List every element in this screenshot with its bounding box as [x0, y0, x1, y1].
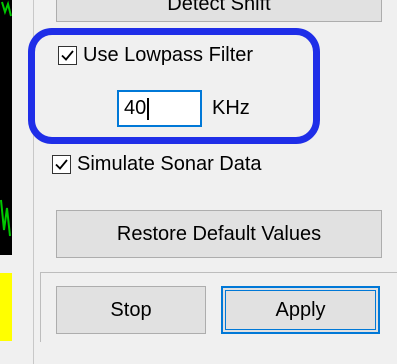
text-caret	[147, 97, 149, 120]
lowpass-frequency-value: 40	[124, 97, 147, 119]
apply-button[interactable]: Apply	[221, 286, 380, 334]
apply-label: Apply	[275, 298, 326, 321]
sonar-checkbox[interactable]	[52, 155, 71, 174]
frequency-unit-label: KHz	[212, 97, 250, 119]
sonar-checkbox-row[interactable]: Simulate Sonar Data	[52, 153, 262, 176]
panel-divider	[33, 0, 34, 364]
restore-defaults-button[interactable]: Restore Default Values	[56, 210, 382, 258]
restore-defaults-label: Restore Default Values	[116, 222, 322, 245]
stop-label: Stop	[110, 298, 152, 321]
scope-yellow-bar	[0, 273, 12, 341]
lowpass-checkbox-row[interactable]: Use Lowpass Filter	[58, 44, 253, 67]
checkmark-icon	[61, 50, 74, 61]
scope-display	[0, 0, 12, 364]
sonar-checkbox-label: Simulate Sonar Data	[77, 153, 262, 175]
scope-trace	[0, 0, 12, 237]
stop-button[interactable]: Stop	[56, 286, 206, 334]
lowpass-checkbox[interactable]	[58, 46, 77, 65]
checkmark-icon	[55, 159, 68, 170]
lowpass-checkbox-label: Use Lowpass Filter	[83, 44, 254, 66]
detect-shift-label: Detect Shift	[167, 0, 271, 15]
settings-panel: Detect Shift Use Lowpass Filter 40 KHz S…	[0, 0, 397, 364]
detect-shift-button[interactable]: Detect Shift	[56, 0, 382, 22]
lowpass-frequency-input[interactable]: 40	[117, 90, 202, 127]
